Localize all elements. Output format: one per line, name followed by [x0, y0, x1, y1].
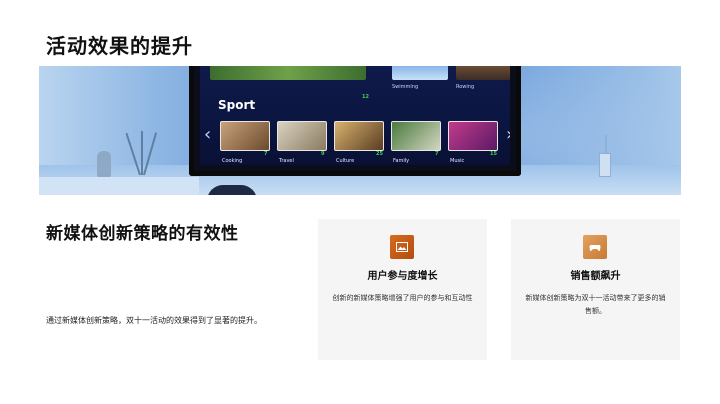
category-label: Travel: [279, 158, 294, 164]
plant-decoration: [121, 125, 161, 176]
card-text: 创新的新媒体策略增强了用户的参与和互动性: [332, 294, 473, 302]
category-badge: 7: [264, 151, 268, 157]
card-text: 新媒体创新策略为双十一活动带来了更多的销售额。: [525, 294, 666, 315]
page-title: 活动效果的提升: [46, 34, 193, 58]
category-badge: 9: [321, 151, 325, 157]
television: Swimming Rowing Sport 12 ‹ › Cooking Tra…: [189, 66, 521, 176]
category-card-music[interactable]: [448, 121, 498, 151]
card-title: 销售额飙升: [570, 271, 621, 282]
vase: [97, 151, 111, 177]
tv-screen: Swimming Rowing Sport 12 ‹ › Cooking Tra…: [200, 66, 510, 165]
card-title: 用户参与度增长: [367, 271, 438, 282]
category-badge: 7: [435, 151, 439, 157]
thumbnail-swimming: [392, 66, 448, 80]
category-label: Cooking: [222, 158, 243, 164]
card-sales-surge: 销售额飙升 新媒体创新策略为双十一活动带来了更多的销售额。: [511, 219, 680, 360]
section-heading: 新媒体创新策略的有效性: [46, 224, 239, 244]
label-swimming: Swimming: [392, 84, 419, 90]
category-card-family[interactable]: [391, 121, 441, 151]
section-description: 通过新媒体创新策略，双十一活动的效果得到了显著的提升。: [46, 316, 262, 325]
category-label: Music: [450, 158, 465, 164]
sideboard: [39, 177, 199, 195]
card-user-engagement: 用户参与度增长 创新的新媒体策略增强了用户的参与和互动性: [318, 219, 487, 360]
thumbnail-rowing: [456, 66, 510, 80]
image-icon: [390, 235, 414, 259]
sofa-silhouette: [207, 185, 257, 195]
gamepad-icon: [583, 235, 607, 259]
category-card-culture[interactable]: [334, 121, 384, 151]
category-badge: 25: [376, 151, 383, 157]
section-title: Sport: [218, 98, 256, 112]
category-label: Culture: [336, 158, 355, 164]
label-rowing: Rowing: [456, 84, 475, 90]
category-card-travel[interactable]: [277, 121, 327, 151]
section-badge: 12: [362, 94, 369, 100]
lamp: [599, 153, 611, 177]
category-row: Cooking Travel Culture Family Music 7 9 …: [220, 121, 510, 164]
hero-banner-image: Swimming Rowing Sport 12 ‹ › Cooking Tra…: [39, 66, 681, 195]
chevron-left-icon[interactable]: ‹: [204, 126, 211, 144]
category-badge: 15: [490, 151, 497, 157]
category-card-cooking[interactable]: [220, 121, 270, 151]
thumbnail-stadium: [210, 66, 366, 80]
category-label: Family: [393, 158, 410, 164]
